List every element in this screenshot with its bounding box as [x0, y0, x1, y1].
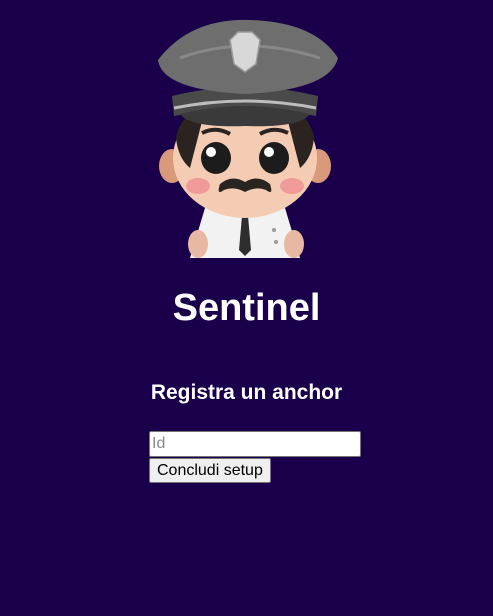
- finish-setup-button[interactable]: Concludi setup: [149, 458, 271, 483]
- id-input[interactable]: [149, 431, 361, 457]
- police-officer-mascot-icon: [158, 19, 338, 258]
- app-title: Sentinel: [172, 287, 321, 329]
- setup-heading: Registra un anchor: [150, 381, 343, 404]
- setup-page: Sentinel Registra un anchor Concludi set…: [0, 0, 493, 616]
- anchor-setup-form: Concludi setup: [149, 431, 361, 483]
